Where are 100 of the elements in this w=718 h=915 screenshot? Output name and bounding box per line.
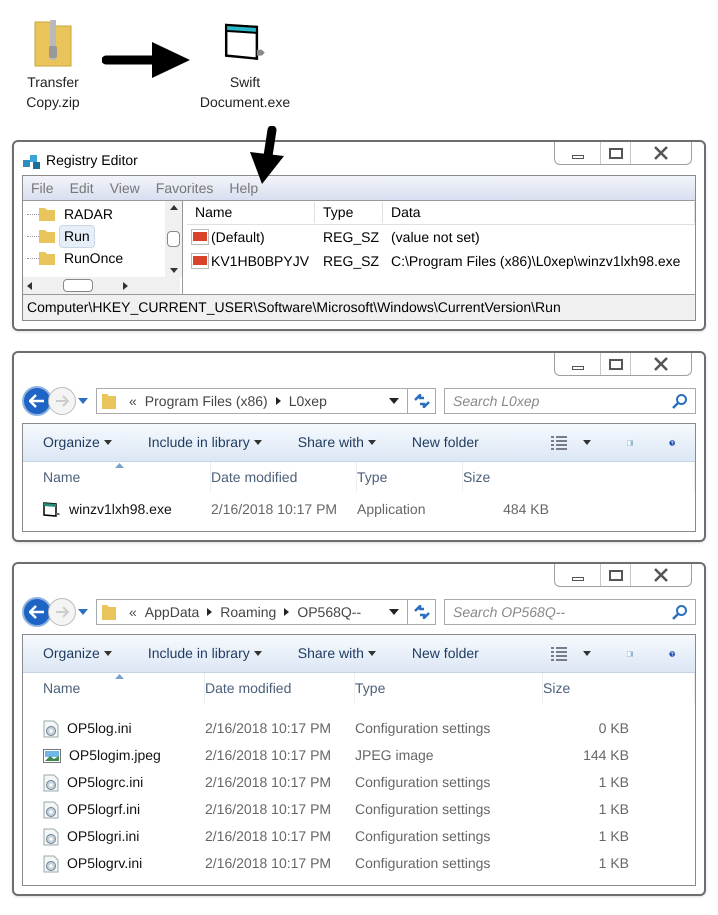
program-window-icon [223, 22, 267, 62]
column-header[interactable]: Type [315, 202, 383, 223]
folder-icon [39, 207, 55, 221]
breadcrumb-overflow[interactable]: « [121, 390, 145, 412]
folder-icon [39, 229, 55, 243]
file-name[interactable]: OP5log.ini [67, 718, 132, 739]
breadcrumb-item[interactable]: Roaming [220, 602, 276, 622]
address-bar[interactable]: « AppData Roaming OP568Q-- [96, 599, 436, 625]
settings-file-icon [43, 720, 59, 738]
caret-icon [582, 651, 591, 656]
menu-item[interactable]: Help [229, 178, 258, 198]
search-field[interactable]: Search OP568Q-- [444, 599, 696, 625]
scroll-thumb[interactable] [167, 231, 180, 247]
column-header[interactable]: Size [543, 673, 695, 703]
column-header[interactable]: Name [43, 462, 211, 492]
scroll-right-icon[interactable] [123, 282, 128, 290]
window-title: Registry Editor [46, 151, 138, 170]
file-name[interactable]: OP5logrv.ini [67, 853, 142, 874]
dropdown-caret-icon[interactable] [389, 609, 399, 615]
file-name[interactable]: winzv1lxh98.exe [69, 499, 172, 520]
refresh-icon[interactable] [412, 605, 430, 619]
breadcrumb-item[interactable]: AppData [144, 602, 200, 622]
menu-item[interactable]: File [31, 178, 54, 198]
column-header[interactable]: Name [187, 202, 315, 223]
scroll-thumb[interactable] [62, 279, 93, 292]
string-value-icon [191, 229, 209, 245]
column-header[interactable]: Size [463, 462, 695, 492]
menu-item[interactable]: Favorites [156, 178, 214, 198]
table-cell-text: 2/16/2018 10:17 PM [211, 500, 338, 519]
chevron-right-icon [207, 608, 212, 616]
tree-item[interactable]: RunOnce [59, 246, 128, 270]
column-header[interactable]: Type [357, 462, 463, 492]
table-cell-text: JPEG image [355, 746, 435, 765]
toolbar-button[interactable]: Include in library [148, 643, 262, 664]
table-cell-text: 1 KB [598, 773, 629, 792]
breadcrumb-overflow[interactable]: « [121, 602, 145, 622]
file-label[interactable]: Swift Document.exe [200, 72, 290, 112]
tree-item[interactable]: Run [59, 224, 95, 248]
column-header[interactable]: Type [355, 673, 543, 703]
table-cell-text: 2/16/2018 10:17 PM [205, 800, 332, 819]
caret-icon [368, 440, 376, 445]
table-cell-text: 1 KB [598, 827, 629, 846]
toolbar-button[interactable]: Share with [298, 643, 376, 664]
table-cell-text: REG_SZ [322, 228, 380, 247]
back-button[interactable] [22, 597, 52, 627]
caret-icon [254, 651, 262, 656]
column-header[interactable]: Date modified [211, 462, 357, 492]
breadcrumb-item[interactable]: Program Files (x86) [144, 390, 268, 412]
table-cell-text: 484 KB [502, 500, 549, 519]
table-cell-text: 2/16/2018 10:17 PM [205, 746, 332, 765]
toolbar-button[interactable]: New folder [412, 432, 479, 453]
toolbar-button[interactable]: Organize [43, 643, 112, 664]
toolbar-button[interactable]: Organize [43, 432, 112, 453]
horizontal-scrollbar[interactable] [23, 277, 180, 294]
dropdown-caret-icon[interactable] [389, 398, 399, 404]
tree-item[interactable]: RADAR [59, 202, 118, 226]
file-name[interactable]: OP5logim.jpeg [69, 745, 161, 766]
file-name[interactable]: OP5logrf.ini [67, 799, 140, 820]
toolbar-button[interactable]: New folder [412, 643, 479, 664]
search-icon [672, 393, 688, 409]
vertical-scrollbar[interactable] [165, 201, 182, 277]
settings-file-icon [43, 854, 59, 872]
scroll-left-icon[interactable] [27, 282, 32, 290]
refresh-icon[interactable] [412, 394, 430, 408]
breadcrumb-item[interactable]: L0xep [288, 390, 327, 412]
table-cell-text: KV1HB0BPYJV [211, 252, 310, 270]
details-view-icon [550, 646, 567, 660]
table-cell-text: Configuration settings [355, 773, 492, 792]
column-header[interactable]: Name [43, 673, 205, 703]
table-cell-text: 2/16/2018 10:17 PM [205, 827, 332, 846]
file-label[interactable]: Transfer Copy.zip [26, 72, 80, 112]
caret-icon [582, 440, 591, 445]
view-options-button[interactable] [550, 646, 591, 660]
back-button[interactable] [22, 386, 52, 416]
scroll-down-icon[interactable] [170, 268, 178, 273]
table-cell-text: Configuration settings [355, 800, 492, 819]
menu-item[interactable]: Edit [70, 178, 94, 198]
close-icon [653, 146, 669, 160]
search-field[interactable]: Search L0xep [444, 388, 696, 414]
breadcrumb-item[interactable]: OP568Q-- [297, 602, 362, 622]
toolbar-button[interactable]: Share with [298, 432, 376, 453]
table-cell-text: 144 KB [582, 746, 629, 765]
caret-icon [254, 440, 262, 445]
caret-icon [104, 651, 112, 656]
column-header[interactable]: Date modified [205, 673, 355, 703]
forward-arrow-icon [55, 395, 69, 407]
table-cell-text: 2/16/2018 10:17 PM [205, 773, 332, 792]
table-cell-text: 1 KB [598, 800, 629, 819]
file-name[interactable]: OP5logrc.ini [67, 772, 144, 793]
scroll-up-icon[interactable] [170, 205, 178, 210]
back-arrow-icon [29, 605, 45, 619]
table-cell-text: Configuration settings [355, 827, 492, 846]
address-bar[interactable]: « Program Files (x86) L0xep [96, 388, 436, 414]
column-header[interactable]: Data [383, 202, 695, 223]
menu-item[interactable]: View [110, 178, 140, 198]
toolbar-button[interactable]: Include in library [148, 432, 262, 453]
view-options-button[interactable] [550, 436, 591, 450]
search-icon [672, 604, 688, 620]
settings-file-icon [43, 828, 59, 846]
file-name[interactable]: OP5logri.ini [67, 826, 140, 847]
